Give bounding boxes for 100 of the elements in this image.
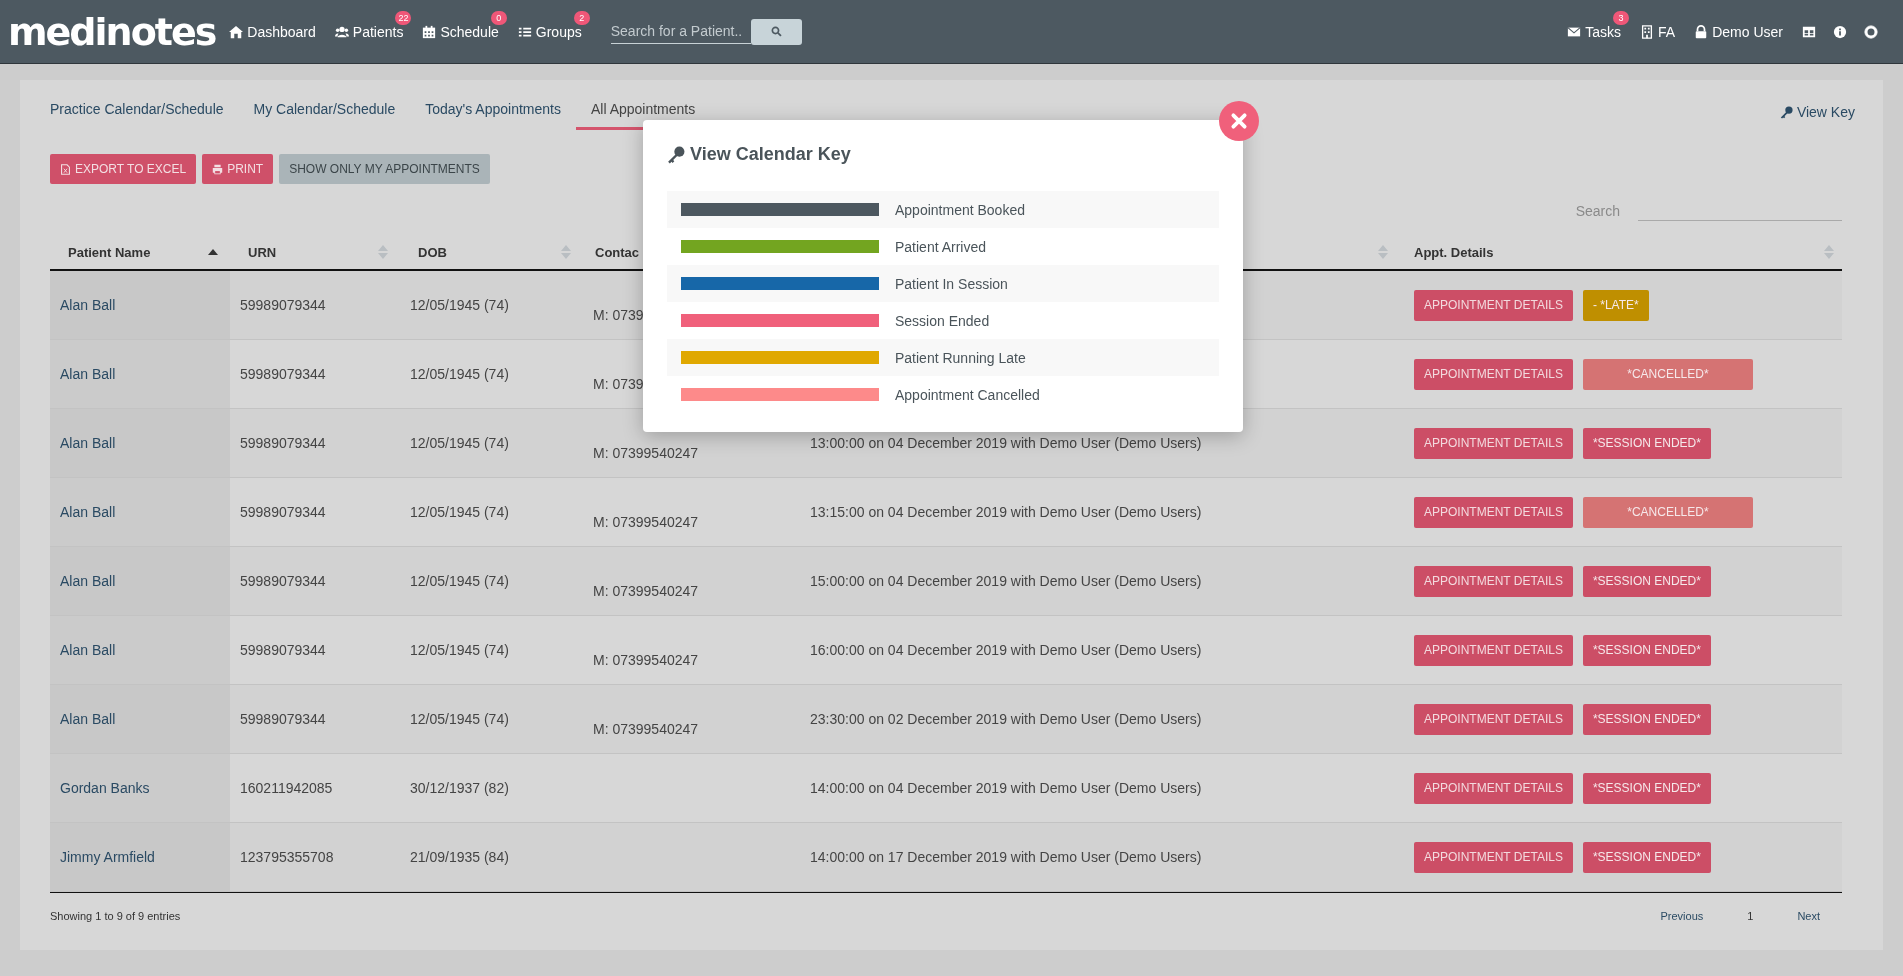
column-header[interactable]: Contac (595, 244, 640, 260)
nav-link[interactable]: Schedule (422, 23, 499, 40)
contact-cell: M: 07399540247 (593, 721, 699, 737)
patient-search-field[interactable]: Search for a Patient.. (610, 19, 751, 44)
key-label: Appointment Booked (895, 201, 1025, 218)
envelope-icon (1567, 24, 1582, 39)
appointment-cell: 14:00:00 on 04 December 2019 with Demo User (Demo Users) (810, 780, 1202, 796)
key-label: Patient Arrived (895, 238, 987, 255)
info-icon[interactable] (1833, 24, 1847, 39)
key-label: Patient Running Late (895, 349, 1026, 366)
column-header[interactable]: URN (248, 244, 277, 260)
status-badge: *SESSION ENDED* (1582, 841, 1711, 873)
status-badge: *SESSION ENDED* (1582, 772, 1711, 804)
contact-cell: M: 0739 (593, 307, 644, 323)
logo[interactable]: medinotes (8, 9, 216, 54)
nav-link[interactable]: Tasks (1567, 23, 1622, 40)
contact-cell: M: 07399540247 (593, 445, 699, 461)
urn-cell-text: 59989079344 (239, 641, 327, 660)
appointment-cell: 23:30:00 on 02 December 2019 with Demo User (Demo Users) (810, 711, 1202, 727)
close-icon (1230, 112, 1248, 130)
dob-cell-text: 21/09/1935 (84) (409, 848, 510, 867)
key-label: Patient In Session (895, 275, 1008, 292)
tab[interactable]: Practice Calendar/Schedule (50, 101, 224, 130)
printer-icon (212, 163, 224, 175)
table-icon[interactable] (1802, 24, 1816, 39)
status-badge: *SESSION ENDED* (1582, 427, 1711, 459)
nav-link[interactable]: Patients (334, 23, 404, 40)
pagination-link[interactable]: Previous (1638, 910, 1726, 922)
column-header[interactable]: Appt. Details (1414, 244, 1494, 260)
key-icon (1779, 105, 1793, 119)
status-badge: *CANCELLED* (1582, 358, 1753, 390)
count-badge: 3 (1613, 10, 1630, 25)
patient-name-cell: Alan Ball (50, 409, 230, 477)
pagination-link[interactable]: 1 (1725, 910, 1776, 922)
appointment-cell: 15:00:00 on 04 December 2019 with Demo User (Demo Users) (810, 573, 1202, 589)
view-key-link[interactable]: View Key (1779, 104, 1855, 130)
patient-name-cell: Alan Ball (50, 685, 230, 753)
status-badge: *CANCELLED* (1582, 496, 1753, 528)
appointment-cell: 13:00:00 on 04 December 2019 with Demo User (Demo Users) (810, 435, 1202, 451)
dob-cell-text: 12/05/1945 (74) (409, 641, 510, 660)
status-badge: *SESSION ENDED* (1582, 703, 1711, 735)
urn-cell-text: 59989079344 (239, 503, 327, 522)
status-badge: - *LATE* (1582, 289, 1649, 321)
count-badge: 2 (573, 10, 590, 25)
patient-name-cell: Alan Ball (50, 478, 230, 546)
file-icon (60, 163, 71, 175)
sort-icon (1824, 245, 1834, 259)
search-button[interactable] (750, 18, 802, 45)
pagination-link[interactable]: Next (1775, 910, 1842, 922)
patient-name-cell: Jimmy Armfield (50, 823, 230, 891)
dob-cell-text: 12/05/1945 (74) (409, 365, 510, 384)
calendar-icon (422, 24, 437, 39)
building-icon (1640, 24, 1655, 39)
patient-name-cell: Alan Ball (50, 340, 230, 408)
tab[interactable]: Today's Appointments (425, 101, 561, 130)
urn-cell-text: 59989079344 (239, 434, 327, 453)
search-label: Search (1575, 202, 1620, 219)
patient-name-cell: Alan Ball (50, 616, 230, 684)
urn-cell-text: 160211942085 (239, 779, 334, 798)
urn-cell-text: 59989079344 (239, 365, 327, 384)
sort-icon (378, 245, 388, 259)
appointment-cell: 13:15:00 on 04 December 2019 with Demo User (Demo Users) (810, 504, 1202, 520)
lifering-icon[interactable] (1864, 24, 1878, 39)
lock-icon (1694, 24, 1709, 39)
column-header[interactable]: DOB (418, 244, 447, 260)
status-badge: *SESSION ENDED* (1582, 634, 1711, 666)
urn-cell-text: 123795355708 (239, 848, 335, 867)
key-label: Session Ended (895, 312, 990, 329)
filter-button[interactable]: SHOW ONLY MY APPOINTMENTS (279, 154, 490, 184)
urn-cell-text: 59989079344 (239, 710, 327, 729)
users-icon (334, 24, 349, 39)
entries-info: Showing 1 to 9 of 9 entries (50, 910, 181, 922)
appointment-cell: 16:00:00 on 04 December 2019 with Demo User (Demo Users) (810, 642, 1202, 658)
sort-icon (1378, 245, 1388, 259)
key-label: Appointment Cancelled (895, 386, 1040, 403)
column-header[interactable]: Patient Name (68, 244, 151, 260)
nav-link[interactable]: FA (1640, 23, 1676, 40)
sort-ascending-icon (208, 249, 218, 255)
contact-cell: M: 07399540247 (593, 514, 699, 530)
nav-link[interactable]: Demo User (1694, 23, 1783, 40)
dob-cell-text: 12/05/1945 (74) (409, 572, 510, 591)
key-icon (667, 145, 685, 164)
appointment-cell: 14:00:00 on 17 December 2019 with Demo User (Demo Users) (810, 849, 1202, 865)
dialog-title: View Calendar Key (690, 144, 851, 165)
dob-cell-text: 12/05/1945 (74) (409, 710, 510, 729)
urn-cell-text: 59989079344 (239, 296, 327, 315)
contact-cell: M: 0739 (593, 376, 644, 392)
count-badge: 22 (395, 10, 412, 25)
patient-name-cell: Gordan Banks (50, 754, 230, 822)
status-badge: *SESSION ENDED* (1582, 565, 1711, 597)
urn-cell-text: 59989079344 (239, 572, 327, 591)
tab[interactable]: My Calendar/Schedule (253, 101, 396, 130)
nav-link[interactable]: Dashboard (229, 23, 316, 40)
nav-link[interactable]: Groups (517, 23, 582, 40)
dob-cell-text: 12/05/1945 (74) (409, 296, 510, 315)
sort-icon (561, 245, 571, 259)
dob-cell-text: 30/12/1937 (82) (409, 779, 510, 798)
patient-name-cell: Alan Ball (50, 271, 230, 339)
dob-cell-text: 12/05/1945 (74) (409, 434, 510, 453)
contact-cell: M: 07399540247 (593, 652, 699, 668)
